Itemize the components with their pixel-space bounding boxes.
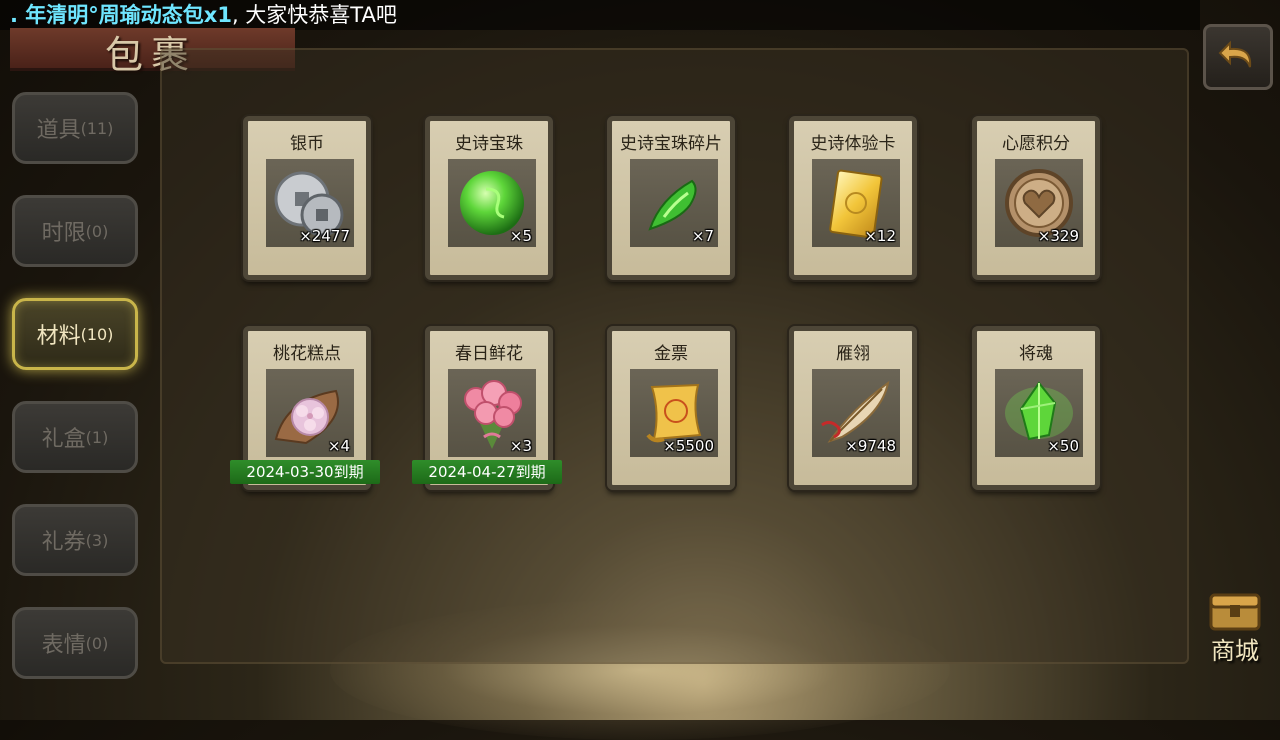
tab-items[interactable]: 道具 (11): [12, 92, 138, 164]
item-card-wish-points[interactable]: 心愿积分 ×329: [972, 116, 1100, 280]
treasure-chest-icon: [1195, 585, 1275, 635]
item-quantity: ×9748: [845, 437, 896, 455]
item-card-gold-ticket[interactable]: 金票 ×5500: [607, 326, 735, 490]
item-icon-frame: ×3: [448, 369, 536, 457]
item-quantity: ×7: [691, 227, 714, 245]
item-card-general-soul[interactable]: 将魂 ×50: [972, 326, 1100, 490]
expire-date-badge: 2024-04-27到期: [412, 460, 562, 484]
item-icon-frame: ×9748: [812, 369, 900, 457]
tab-label: 表情: [41, 633, 86, 658]
item-card-goose-feather[interactable]: 雁翎 ×9748: [789, 326, 917, 490]
item-name: 将魂: [1019, 344, 1053, 364]
item-card-orb-shard[interactable]: 史诗宝珠碎片 ×7: [607, 116, 735, 280]
item-name: 史诗宝珠碎片: [620, 134, 722, 154]
item-quantity: ×5: [509, 227, 532, 245]
tab-coupons[interactable]: 礼券 (3): [12, 504, 138, 576]
expire-date-badge: 2024-03-30到期: [230, 460, 380, 484]
tab-label: 材料: [36, 324, 81, 349]
item-name: 金票: [654, 344, 688, 364]
item-quantity: ×5500: [663, 437, 714, 455]
item-quantity: ×50: [1047, 437, 1079, 455]
tab-label: 时限: [41, 221, 86, 246]
shop-button[interactable]: 商城: [1195, 585, 1275, 665]
tab-count: (0): [85, 221, 109, 241]
item-name: 史诗体验卡: [810, 134, 896, 154]
item-card-epic-orb[interactable]: 史诗宝珠 ×5: [425, 116, 553, 280]
item-icon-frame: ×4: [266, 369, 354, 457]
tab-materials[interactable]: 材料 (10): [12, 298, 138, 370]
item-name: 春日鲜花: [455, 344, 523, 364]
tab-gift-box[interactable]: 礼盒 (1): [12, 401, 138, 473]
item-card-epic-trial-card[interactable]: 史诗体验卡 ×12: [789, 116, 917, 280]
item-quantity: ×12: [864, 227, 896, 245]
tab-label: 道具: [36, 118, 81, 143]
tab-count: (1): [85, 427, 109, 447]
marquee-message: , 大家快恭喜TA吧: [231, 3, 397, 27]
item-icon-frame: ×50: [995, 369, 1083, 457]
tab-count: (10): [80, 324, 114, 344]
tab-count: (3): [85, 530, 109, 550]
tab-time-limited[interactable]: 时限 (0): [12, 195, 138, 267]
tab-label: 礼盒: [41, 427, 86, 452]
item-quantity: ×4: [327, 437, 350, 455]
item-name: 心愿积分: [1002, 134, 1070, 154]
tab-label: 礼券: [41, 530, 86, 555]
item-name: 史诗宝珠: [455, 134, 523, 154]
item-card-silver-coin[interactable]: 银币 ×2477: [243, 116, 371, 280]
item-icon-frame: ×329: [995, 159, 1083, 247]
item-name: 银币: [290, 134, 324, 154]
item-quantity: ×2477: [299, 227, 350, 245]
shop-label: 商城: [1211, 637, 1259, 665]
back-arrow-icon: [1216, 37, 1260, 77]
tab-count: (11): [80, 118, 114, 138]
item-quantity: ×3: [509, 437, 532, 455]
tab-count: (0): [85, 633, 109, 653]
item-icon-frame: ×5500: [630, 369, 718, 457]
item-icon-frame: ×2477: [266, 159, 354, 247]
item-name: 雁翎: [836, 344, 870, 364]
item-icon-frame: ×5: [448, 159, 536, 247]
item-icon-frame: ×7: [630, 159, 718, 247]
item-name: 桃花糕点: [273, 344, 341, 364]
item-icon-frame: ×12: [812, 159, 900, 247]
item-quantity: ×329: [1037, 227, 1079, 245]
tab-emotes[interactable]: 表情 (0): [12, 607, 138, 679]
back-button[interactable]: [1203, 24, 1273, 90]
